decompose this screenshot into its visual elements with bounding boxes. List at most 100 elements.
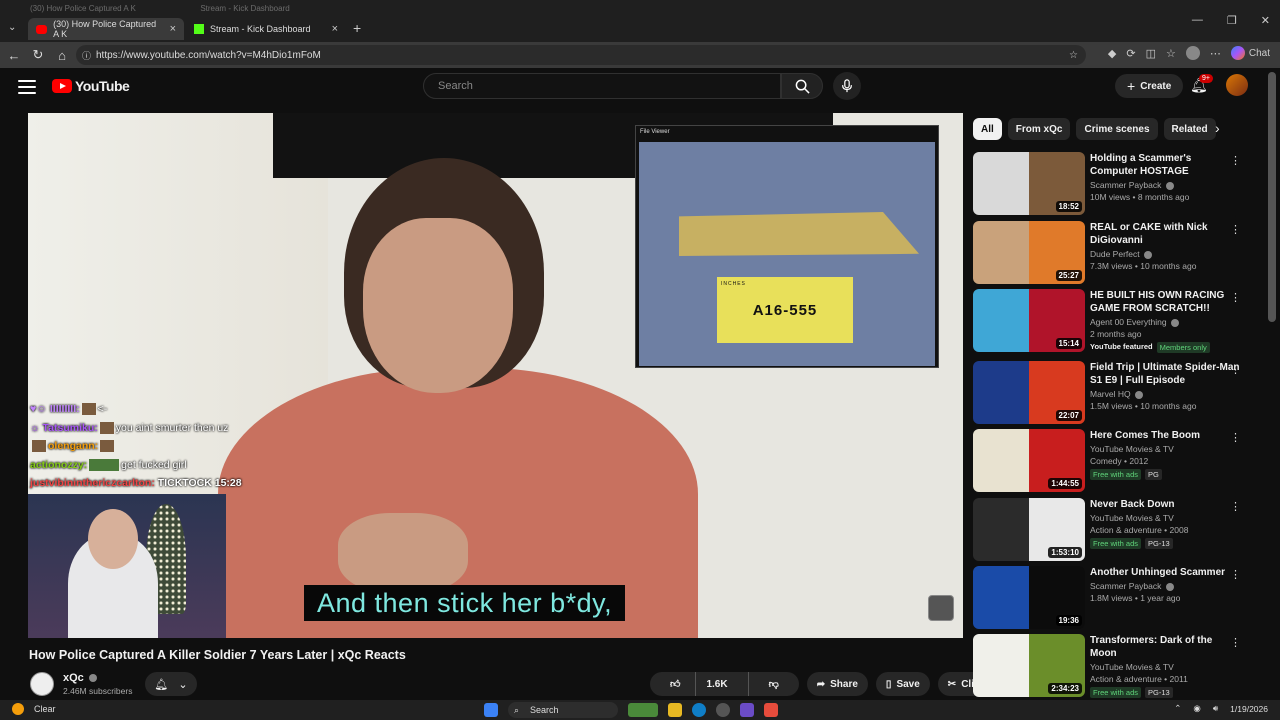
new-tab-icon[interactable]: + <box>353 20 361 36</box>
search-input[interactable]: Search <box>423 73 781 99</box>
extension-icon[interactable]: ◆ <box>1108 47 1116 60</box>
app-icon[interactable] <box>740 703 754 717</box>
site-info-icon[interactable]: ⓘ <box>82 49 91 62</box>
reload-icon[interactable]: ↻ <box>26 47 50 63</box>
url-field[interactable]: ⓘ https://www.youtube.com/watch?v=M4hDio… <box>76 45 1086 65</box>
edge-icon[interactable] <box>692 703 706 717</box>
search-button[interactable] <box>781 73 823 99</box>
restore-icon[interactable]: ❐ <box>1227 14 1237 27</box>
tray-chevron-icon[interactable]: ⌃ <box>1174 703 1181 714</box>
chip-crime-scenes[interactable]: Crime scenes <box>1076 118 1158 140</box>
taskbar-search[interactable]: ⌕ Search <box>508 702 618 718</box>
page-scrollbar[interactable] <box>1268 72 1276 322</box>
recommendation-item[interactable]: 25:27 REAL or CAKE with Nick DiGiovanni Du… <box>973 221 1263 285</box>
like-button[interactable]: 👍︎ 1.6K <box>650 672 748 696</box>
video-title[interactable]: REAL or CAKE with Nick DiGiovanni <box>1090 221 1240 247</box>
channel-avatar[interactable] <box>30 672 54 696</box>
channel-name[interactable]: xQc <box>63 672 97 684</box>
more-vertical-icon[interactable]: ⋮ <box>1230 291 1241 304</box>
network-icon[interactable]: ◉ <box>1193 703 1200 714</box>
video-title[interactable]: Field Trip | Ultimate Spider-Man S1 E9 |… <box>1090 361 1240 387</box>
channel-name[interactable]: Agent 00 Everything <box>1090 317 1240 327</box>
home-icon[interactable]: ⌂ <box>50 48 74 63</box>
more-vertical-icon[interactable]: ⋮ <box>1230 223 1241 236</box>
video-title[interactable]: Another Unhinged Scammer <box>1090 566 1240 579</box>
video-thumbnail[interactable]: 1:44:55 <box>973 429 1085 492</box>
video-title[interactable]: Holding a Scammer's Computer HOSTAGE <box>1090 152 1240 178</box>
more-vertical-icon[interactable]: ⋮ <box>1230 154 1241 167</box>
channel-name[interactable]: Dude Perfect <box>1090 249 1240 259</box>
recommendation-item[interactable]: 1:44:55 Here Comes The Boom YouTube Movies… <box>973 429 1263 493</box>
dislike-button[interactable]: 👎︎ <box>747 672 799 696</box>
more-vertical-icon[interactable]: ⋮ <box>1230 363 1241 376</box>
refresh-extension-icon[interactable]: ⟳ <box>1126 47 1135 60</box>
video-thumbnail[interactable]: 1:53:10 <box>973 498 1085 561</box>
channel-name[interactable]: YouTube Movies & TV <box>1090 662 1240 672</box>
subscribed-bell-button[interactable]: 🔔︎ ⌄ <box>145 672 197 696</box>
tab-list-icon[interactable]: ⌄ <box>8 22 16 33</box>
clock-date[interactable]: 1/19/2026 <box>1230 704 1268 714</box>
channel-name[interactable]: Scammer Payback <box>1090 581 1240 591</box>
file-explorer-icon[interactable] <box>668 703 682 717</box>
video-thumbnail[interactable]: 22:07 <box>973 361 1085 424</box>
recommendation-item[interactable]: 18:52 Holding a Scammer's Computer HOSTAG… <box>973 152 1263 216</box>
tab-youtube[interactable]: (30) How Police Captured A K × <box>28 18 184 40</box>
menu-icon[interactable] <box>18 80 36 94</box>
video-thumbnail[interactable]: 2:34:23 <box>973 634 1085 697</box>
app-icon[interactable] <box>628 703 658 717</box>
chip-from-xqc[interactable]: From xQc <box>1007 118 1071 140</box>
evidence-photo: INCHES A16-555 <box>639 142 935 366</box>
account-avatar[interactable] <box>1226 74 1248 96</box>
favorites-icon[interactable]: ☆ <box>1166 47 1176 60</box>
channel-watermark-icon[interactable] <box>928 595 954 621</box>
more-menu-icon[interactable]: ⋯ <box>1210 47 1221 60</box>
brave-icon[interactable] <box>764 703 778 717</box>
video-title[interactable]: HE BUILT HIS OWN RACING GAME FROM SCRATC… <box>1090 289 1240 315</box>
channel-name[interactable]: YouTube Movies & TV <box>1090 444 1240 454</box>
voice-search-button[interactable] <box>833 72 861 100</box>
video-title[interactable]: Transformers: Dark of the Moon <box>1090 634 1240 660</box>
back-icon[interactable]: ← <box>2 48 26 63</box>
recommendation-item[interactable]: 1:53:10 Never Back Down YouTube Movies & T… <box>973 498 1263 562</box>
channel-name[interactable]: Marvel HQ <box>1090 389 1240 399</box>
recommendation-item[interactable]: 15:14 HE BUILT HIS OWN RACING GAME FROM S… <box>973 289 1263 353</box>
video-title[interactable]: Never Back Down <box>1090 498 1240 511</box>
chevron-right-icon[interactable]: › <box>1215 120 1220 136</box>
more-vertical-icon[interactable]: ⋮ <box>1230 431 1241 444</box>
video-meta: Holding a Scammer's Computer HOSTAGE Scam… <box>1090 152 1240 202</box>
close-tab-icon[interactable]: × <box>170 23 176 35</box>
more-vertical-icon[interactable]: ⋮ <box>1230 568 1241 581</box>
tab-kick[interactable]: Stream - Kick Dashboard × <box>186 18 346 40</box>
more-vertical-icon[interactable]: ⋮ <box>1230 636 1241 649</box>
profile-icon[interactable] <box>1185 46 1200 60</box>
youtube-logo[interactable]: YouTube <box>52 78 130 94</box>
recommendation-item[interactable]: 19:36 Another Unhinged Scammer Scammer Pay… <box>973 566 1263 630</box>
video-thumbnail[interactable]: 15:14 <box>973 289 1085 352</box>
start-icon[interactable] <box>484 703 498 717</box>
volume-icon[interactable]: 🔊︎ <box>1213 703 1218 714</box>
copilot-chat-button[interactable]: Chat <box>1230 46 1270 60</box>
video-thumbnail[interactable]: 25:27 <box>973 221 1085 284</box>
create-button[interactable]: + Create <box>1115 74 1184 98</box>
channel-name[interactable]: Scammer Payback <box>1090 180 1240 190</box>
video-thumbnail[interactable]: 18:52 <box>973 152 1085 215</box>
weather-widget[interactable]: Clear <box>12 703 56 715</box>
more-vertical-icon[interactable]: ⋮ <box>1230 500 1241 513</box>
chip-related[interactable]: Related <box>1163 118 1216 140</box>
save-button[interactable]: ▯ Save <box>875 672 930 696</box>
video-title[interactable]: Here Comes The Boom <box>1090 429 1240 442</box>
recommendation-item[interactable]: 22:07 Field Trip | Ultimate Spider-Man S1… <box>973 361 1263 425</box>
recommendation-item[interactable]: 2:34:23 Transformers: Dark of the Moon You… <box>973 634 1263 698</box>
close-window-icon[interactable]: ✕ <box>1261 14 1270 27</box>
favorite-star-icon[interactable]: ☆ <box>1069 50 1078 61</box>
close-tab-icon[interactable]: × <box>332 23 338 35</box>
channel-name[interactable]: YouTube Movies & TV <box>1090 513 1240 523</box>
minimize-icon[interactable]: — <box>1192 14 1203 27</box>
app-icon[interactable] <box>716 703 730 717</box>
video-person-face <box>363 218 513 393</box>
split-screen-icon[interactable]: ◫ <box>1146 47 1156 60</box>
share-button[interactable]: ➦ Share <box>806 672 868 696</box>
chip-all[interactable]: All <box>973 118 1002 140</box>
video-thumbnail[interactable]: 19:36 <box>973 566 1085 629</box>
video-player[interactable]: File Viewer INCHES A16-555 ♥☺ IIIIIIIII:… <box>28 113 963 638</box>
